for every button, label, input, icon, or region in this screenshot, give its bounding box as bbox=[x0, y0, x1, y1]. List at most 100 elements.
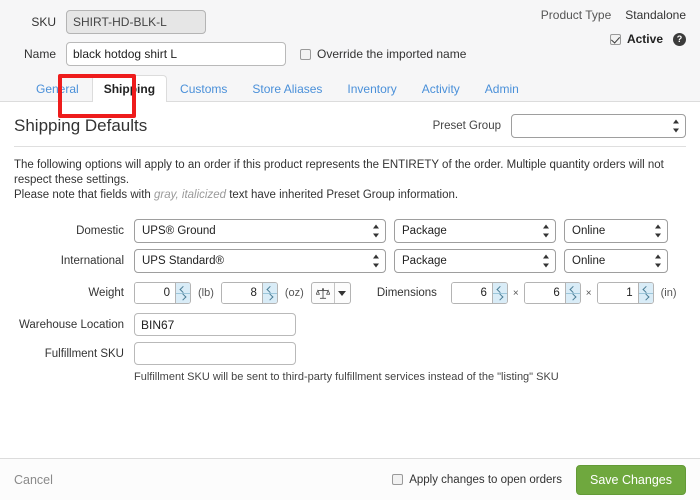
spin-down-icon[interactable] bbox=[493, 293, 507, 304]
dimensions-unit: (in) bbox=[661, 287, 677, 299]
name-label: Name bbox=[14, 47, 56, 61]
dimensions-group: Dimensions 6 × 6 × 1 (in) bbox=[377, 282, 684, 304]
product-edit-window: SKU Name Override the imported name Prod… bbox=[0, 0, 700, 500]
product-header: SKU Name Override the imported name Prod… bbox=[0, 0, 700, 102]
weight-oz-stepper[interactable]: 8 bbox=[221, 282, 278, 304]
spin-down-icon[interactable] bbox=[566, 293, 580, 304]
cancel-button[interactable]: Cancel bbox=[14, 473, 53, 487]
spin-down-icon[interactable] bbox=[639, 293, 653, 304]
preset-group-label: Preset Group bbox=[433, 120, 501, 132]
help-icon[interactable]: ? bbox=[673, 33, 686, 46]
override-imported-name-label: Override the imported name bbox=[317, 47, 466, 61]
dimension-height-value[interactable]: 1 bbox=[598, 283, 638, 303]
name-input[interactable] bbox=[66, 42, 286, 66]
tab-shipping[interactable]: Shipping bbox=[92, 75, 167, 102]
chevron-updown-icon bbox=[372, 255, 379, 268]
dimension-separator-1: × bbox=[513, 288, 519, 299]
tab-admin[interactable]: Admin bbox=[473, 75, 531, 102]
chevron-updown-icon bbox=[542, 255, 549, 268]
preset-group-select[interactable] bbox=[511, 114, 686, 138]
dimension-length-stepper[interactable]: 6 bbox=[451, 282, 508, 304]
international-carrier-select[interactable]: UPS Standard® bbox=[134, 249, 386, 273]
active-row[interactable]: Active ? bbox=[541, 32, 686, 46]
international-confirmation-select[interactable]: Online bbox=[564, 249, 668, 273]
international-row: International UPS Standard® Package Onli… bbox=[14, 249, 686, 273]
dimension-height-spin-buttons[interactable] bbox=[638, 283, 653, 303]
description-line-2: Please note that fields with gray, itali… bbox=[14, 188, 686, 203]
dimension-height-stepper[interactable]: 1 bbox=[597, 282, 654, 304]
spin-up-icon[interactable] bbox=[566, 283, 580, 293]
domestic-confirmation-value: Online bbox=[572, 225, 605, 237]
product-type-row: Product Type Standalone bbox=[541, 8, 686, 22]
sku-label: SKU bbox=[14, 15, 56, 29]
override-imported-name-row[interactable]: Override the imported name bbox=[300, 47, 466, 61]
weight-lb-unit: (lb) bbox=[198, 287, 214, 299]
tab-store-aliases[interactable]: Store Aliases bbox=[240, 75, 334, 102]
domestic-package-select[interactable]: Package bbox=[394, 219, 556, 243]
warehouse-location-row: Warehouse Location bbox=[14, 313, 686, 336]
weight-oz-spin-buttons[interactable] bbox=[262, 283, 277, 303]
product-type-value: Standalone bbox=[625, 8, 686, 22]
fulfillment-sku-hint: Fulfillment SKU will be sent to third-pa… bbox=[134, 371, 686, 383]
action-footer: Cancel Apply changes to open orders Save… bbox=[0, 458, 700, 500]
fulfillment-sku-row: Fulfillment SKU bbox=[14, 342, 686, 365]
dimension-length-spin-buttons[interactable] bbox=[492, 283, 507, 303]
weight-lb-value[interactable]: 0 bbox=[135, 283, 175, 303]
active-label: Active bbox=[627, 32, 663, 46]
product-type-label: Product Type bbox=[541, 8, 612, 22]
dimension-width-stepper[interactable]: 6 bbox=[524, 282, 581, 304]
dimension-length-value[interactable]: 6 bbox=[452, 283, 492, 303]
tab-bar: General Shipping Customs Store Aliases I… bbox=[14, 74, 686, 101]
spin-down-icon[interactable] bbox=[263, 293, 277, 304]
tab-activity[interactable]: Activity bbox=[410, 75, 472, 102]
header-right-group: Product Type Standalone Active ? bbox=[541, 8, 686, 46]
section-description: The following options will apply to an o… bbox=[14, 158, 686, 203]
fulfillment-sku-input[interactable] bbox=[134, 342, 296, 365]
dimensions-label: Dimensions bbox=[377, 287, 437, 299]
domestic-carrier-value: UPS® Ground bbox=[142, 225, 216, 237]
tab-customs[interactable]: Customs bbox=[168, 75, 239, 102]
dimension-width-value[interactable]: 6 bbox=[525, 283, 565, 303]
chevron-updown-icon bbox=[542, 225, 549, 238]
international-package-value: Package bbox=[402, 255, 447, 267]
shipping-form: Domestic UPS® Ground Package Online Inte… bbox=[14, 219, 686, 383]
save-changes-button[interactable]: Save Changes bbox=[576, 465, 686, 495]
dimension-width-spin-buttons[interactable] bbox=[565, 283, 580, 303]
description-line-2-pre: Please note that fields with bbox=[14, 189, 154, 201]
domestic-carrier-select[interactable]: UPS® Ground bbox=[134, 219, 386, 243]
spin-up-icon[interactable] bbox=[176, 283, 190, 293]
tab-inventory[interactable]: Inventory bbox=[335, 75, 408, 102]
warehouse-location-input[interactable] bbox=[134, 313, 296, 336]
apply-changes-checkbox[interactable] bbox=[392, 474, 403, 485]
sku-input[interactable] bbox=[66, 10, 206, 34]
spin-up-icon[interactable] bbox=[493, 283, 507, 293]
weight-label: Weight bbox=[14, 287, 124, 299]
apply-changes-row[interactable]: Apply changes to open orders bbox=[392, 474, 562, 486]
preset-group-row: Preset Group bbox=[433, 114, 686, 138]
international-label: International bbox=[14, 255, 124, 267]
scale-device-button[interactable] bbox=[311, 282, 351, 304]
weight-oz-value[interactable]: 8 bbox=[222, 283, 262, 303]
description-emphasis: gray, italicized bbox=[154, 189, 226, 201]
balance-scale-icon bbox=[312, 283, 334, 303]
weight-lb-spin-buttons[interactable] bbox=[175, 283, 190, 303]
domestic-row: Domestic UPS® Ground Package Online bbox=[14, 219, 686, 243]
chevron-updown-icon bbox=[654, 225, 661, 238]
shipping-defaults-panel: Shipping Defaults Preset Group The follo… bbox=[0, 102, 700, 458]
spin-down-icon[interactable] bbox=[176, 293, 190, 304]
tab-general[interactable]: General bbox=[24, 75, 91, 102]
spin-up-icon[interactable] bbox=[639, 283, 653, 293]
chevron-updown-icon bbox=[672, 120, 679, 133]
caret-down-icon bbox=[338, 291, 346, 296]
international-package-select[interactable]: Package bbox=[394, 249, 556, 273]
footer-right-group: Apply changes to open orders Save Change… bbox=[392, 465, 686, 495]
domestic-confirmation-select[interactable]: Online bbox=[564, 219, 668, 243]
description-line-2-post: text have inherited Preset Group informa… bbox=[226, 189, 458, 201]
international-confirmation-value: Online bbox=[572, 255, 605, 267]
spin-up-icon[interactable] bbox=[263, 283, 277, 293]
chevron-updown-icon bbox=[654, 255, 661, 268]
scale-dropdown-toggle[interactable] bbox=[334, 283, 350, 303]
override-imported-name-checkbox[interactable] bbox=[300, 49, 311, 60]
active-checkbox[interactable] bbox=[610, 34, 621, 45]
weight-lb-stepper[interactable]: 0 bbox=[134, 282, 191, 304]
